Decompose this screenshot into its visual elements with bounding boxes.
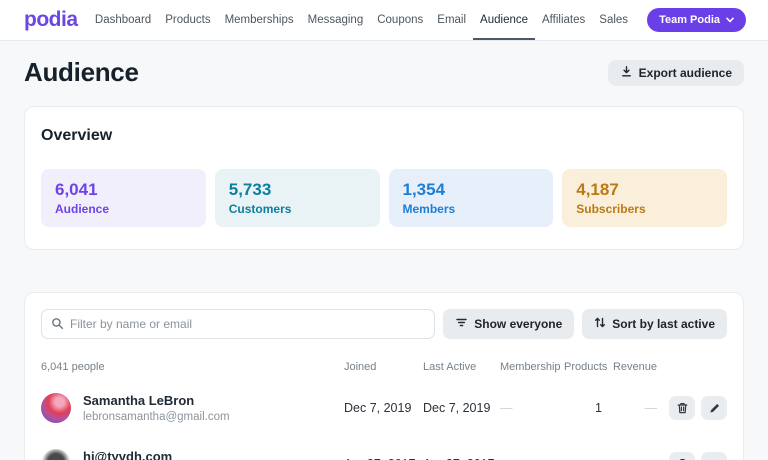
nav-item-coupons[interactable]: Coupons bbox=[370, 0, 430, 40]
table-row[interactable]: hi@tyvdh.com hi@tyvdh.com Apr 27, 2017 A… bbox=[41, 443, 727, 460]
trash-icon bbox=[677, 402, 688, 414]
table-row[interactable]: Samantha LeBron lebronsamantha@gmail.com… bbox=[41, 387, 727, 429]
edit-person-button[interactable] bbox=[701, 396, 727, 420]
stat-members-label: Members bbox=[403, 202, 540, 216]
show-everyone-button[interactable]: Show everyone bbox=[443, 309, 574, 339]
stat-subscribers: 4,187 Subscribers bbox=[562, 169, 727, 227]
person-name[interactable]: hi@tyvdh.com bbox=[83, 449, 172, 460]
stat-audience: 6,041 Audience bbox=[41, 169, 206, 227]
person-cell: Samantha LeBron lebronsamantha@gmail.com bbox=[41, 393, 344, 423]
nav-item-affiliates[interactable]: Affiliates bbox=[535, 0, 592, 40]
stat-audience-label: Audience bbox=[55, 202, 192, 216]
row-actions bbox=[657, 452, 727, 460]
col-joined: Joined bbox=[344, 361, 423, 373]
filter-input[interactable] bbox=[41, 309, 435, 339]
edit-person-button[interactable] bbox=[701, 452, 727, 460]
nav-item-email[interactable]: Email bbox=[430, 0, 473, 40]
stat-subscribers-label: Subscribers bbox=[576, 202, 713, 216]
nav-item-messaging[interactable]: Messaging bbox=[301, 0, 371, 40]
stat-subscribers-value: 4,187 bbox=[576, 180, 713, 200]
delete-person-button[interactable] bbox=[669, 396, 695, 420]
filter-toolbar: Show everyone Sort by last active bbox=[41, 309, 727, 339]
stat-customers-value: 5,733 bbox=[229, 180, 366, 200]
stat-customers: 5,733 Customers bbox=[215, 169, 380, 227]
stat-members: 1,354 Members bbox=[389, 169, 554, 227]
page-body: Audience Export audience Overview 6,041 … bbox=[0, 57, 768, 460]
overview-card: Overview 6,041 Audience 5,733 Customers … bbox=[24, 106, 744, 250]
page-header: Audience Export audience bbox=[24, 57, 744, 88]
sort-button-label: Sort by last active bbox=[612, 317, 715, 331]
sort-button[interactable]: Sort by last active bbox=[582, 309, 727, 339]
overview-title: Overview bbox=[41, 127, 727, 145]
export-audience-label: Export audience bbox=[639, 66, 732, 80]
stat-customers-label: Customers bbox=[229, 202, 366, 216]
avatar bbox=[41, 393, 71, 423]
membership-cell: — bbox=[500, 401, 564, 415]
col-membership: Membership bbox=[500, 361, 564, 373]
person-email: lebronsamantha@gmail.com bbox=[83, 411, 230, 423]
search-field-wrap bbox=[41, 309, 435, 339]
col-products: Products bbox=[564, 361, 607, 373]
export-audience-button[interactable]: Export audience bbox=[608, 60, 744, 86]
sort-icon bbox=[594, 316, 606, 332]
last-active-cell: Dec 7, 2019 bbox=[423, 401, 500, 415]
page-title: Audience bbox=[24, 57, 139, 88]
nav-item-dashboard[interactable]: Dashboard bbox=[88, 0, 158, 40]
delete-person-button[interactable] bbox=[669, 452, 695, 460]
team-account-label: Team Podia bbox=[659, 14, 720, 26]
nav-item-sales[interactable]: Sales bbox=[592, 0, 635, 40]
avatar bbox=[41, 449, 71, 460]
overview-stats: 6,041 Audience 5,733 Customers 1,354 Mem… bbox=[41, 169, 727, 227]
chevron-down-icon bbox=[726, 17, 734, 23]
col-revenue: Revenue bbox=[607, 361, 657, 373]
nav-item-audience[interactable]: Audience bbox=[473, 0, 535, 40]
joined-cell: Dec 7, 2019 bbox=[344, 401, 423, 415]
people-card: Show everyone Sort by last active 6,041 … bbox=[24, 292, 744, 460]
main-nav: Dashboard Products Memberships Messaging… bbox=[88, 0, 635, 40]
person-name[interactable]: Samantha LeBron bbox=[83, 393, 230, 409]
people-count: 6,041 people bbox=[41, 361, 344, 373]
nav-item-products[interactable]: Products bbox=[158, 0, 217, 40]
download-icon bbox=[620, 65, 633, 81]
podia-logo[interactable]: podia bbox=[24, 8, 78, 32]
row-actions bbox=[657, 396, 727, 420]
stat-audience-value: 6,041 bbox=[55, 180, 192, 200]
pencil-icon bbox=[709, 403, 720, 414]
table-header: 6,041 people Joined Last Active Membersh… bbox=[41, 361, 727, 373]
show-everyone-label: Show everyone bbox=[474, 317, 562, 331]
top-nav: podia Dashboard Products Memberships Mes… bbox=[0, 0, 768, 41]
products-cell: 1 bbox=[564, 401, 607, 415]
stat-members-value: 1,354 bbox=[403, 180, 540, 200]
person-cell: hi@tyvdh.com hi@tyvdh.com bbox=[41, 449, 344, 460]
nav-item-memberships[interactable]: Memberships bbox=[218, 0, 301, 40]
col-last-active: Last Active bbox=[423, 361, 500, 373]
filter-icon bbox=[455, 316, 468, 332]
revenue-cell: — bbox=[607, 401, 657, 415]
team-account-button[interactable]: Team Podia bbox=[647, 8, 746, 32]
